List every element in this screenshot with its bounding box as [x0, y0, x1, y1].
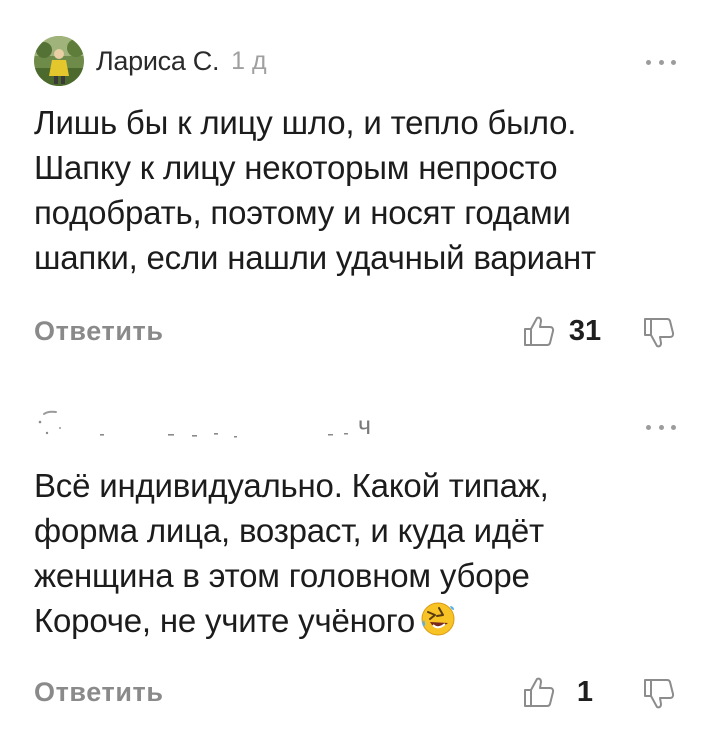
thumbs-up-outline-icon[interactable] [522, 315, 556, 347]
reply-button[interactable]: Ответить [34, 311, 164, 351]
comment-text: Всё индивидуально. Какой типаж, форма ли… [34, 463, 694, 643]
avatar[interactable] [34, 36, 84, 86]
comment-line: форма лица, возраст, и куда идёт [34, 512, 544, 549]
likes-count: 31 [568, 315, 602, 347]
comment-line: Короче, не учите учёного [34, 598, 694, 643]
comment-actions: Ответить 31 [34, 311, 676, 351]
comment-header: Лариса С. 1 д [34, 34, 267, 88]
comment-line: Всё индивидуально. Какой типаж, [34, 467, 549, 504]
thumbs-down-outline-icon[interactable] [642, 678, 676, 710]
comment: Лариса С. 1 д Лишь бы к лицу шло, и тепл… [0, 0, 720, 370]
comment-line: Шапку к лицу некоторым непросто [34, 149, 558, 186]
author-name[interactable]: Лариса С. [96, 46, 219, 77]
more-dots-icon[interactable] [646, 422, 676, 432]
comment-line: Лишь бы к лицу шло, и тепло было. [34, 104, 577, 141]
comment-actions: Ответить 1 [34, 672, 676, 712]
more-dots-icon[interactable] [646, 57, 676, 67]
comment: ч Всё индивидуально. Какой типаж, форма … [0, 370, 720, 741]
thumbs-down-outline-icon[interactable] [642, 317, 676, 349]
comment-text: Лишь бы к лицу шло, и тепло было. Шапку … [34, 100, 694, 280]
thumbs-up-outline-icon[interactable] [522, 676, 556, 708]
comment-line-text: Короче, не учите учёного [34, 602, 416, 639]
likes-count: 1 [576, 676, 594, 708]
comment-line: женщина в этом головном уборе [34, 557, 530, 594]
comment-line: подобрать, поэтому и носят годами [34, 194, 571, 231]
reply-button[interactable]: Ответить [34, 672, 164, 712]
comment-line: шапки, если нашли удачный вариант [34, 239, 596, 276]
comment-time: 1 д [231, 46, 267, 75]
rolling-on-floor-laughing-icon [421, 602, 455, 636]
obscured-author-header [38, 410, 348, 438]
comment-time: ч [358, 412, 372, 440]
